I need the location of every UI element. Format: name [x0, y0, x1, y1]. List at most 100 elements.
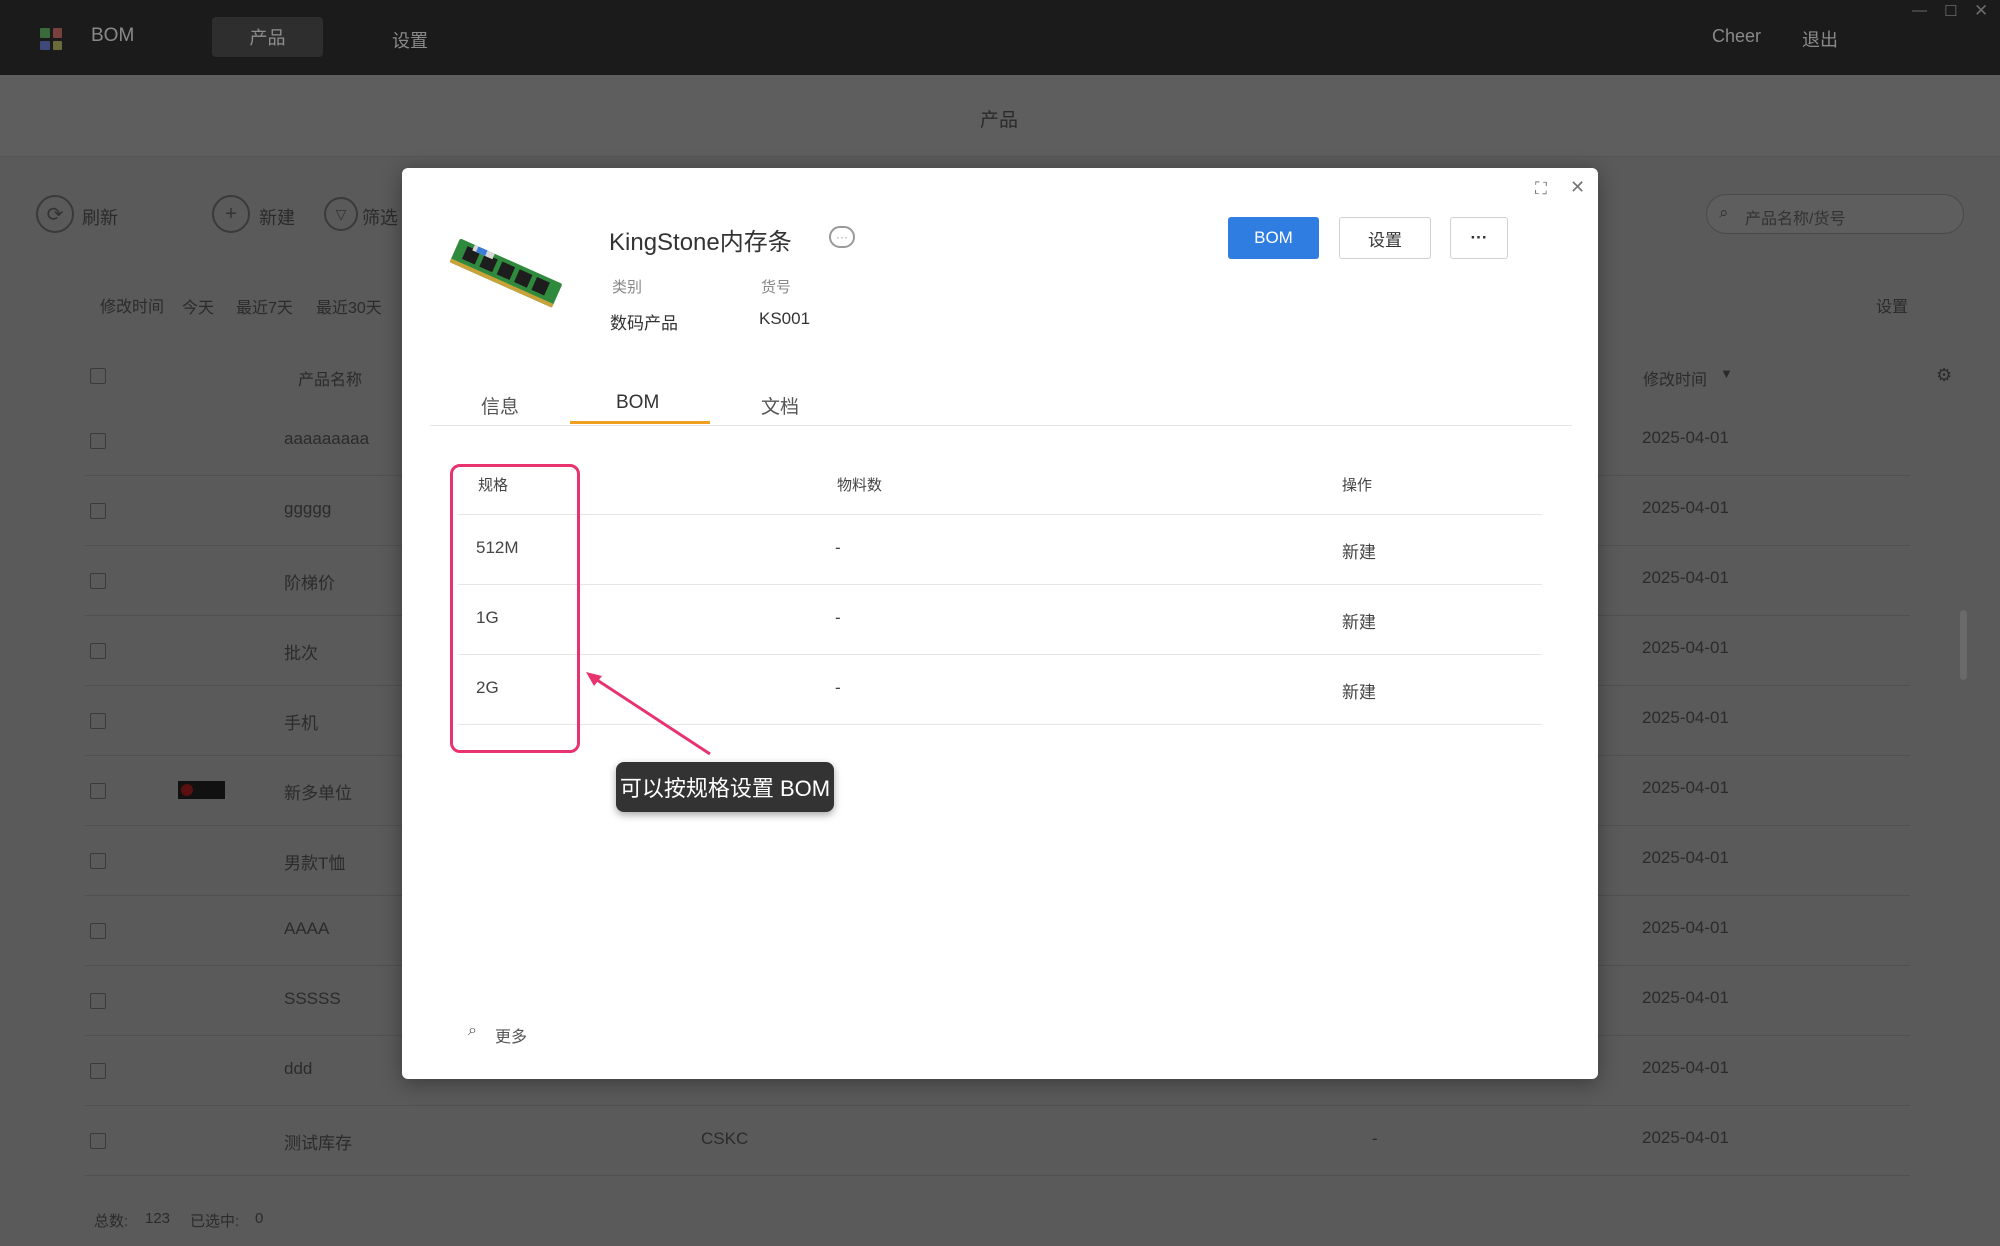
- product-sku-cell: CSKC: [701, 1129, 749, 1148]
- row-divider: [85, 1105, 1910, 1106]
- comment-icon[interactable]: ···: [829, 226, 855, 248]
- minimize-icon[interactable]: —: [1912, 2, 1927, 19]
- filter-icon[interactable]: ▽: [324, 197, 358, 231]
- product-thumbnail: [178, 781, 225, 799]
- date-filter-today[interactable]: 今天: [182, 294, 214, 318]
- modified-date-cell: 2025-04-01: [1642, 778, 1729, 797]
- modified-date-cell: 2025-04-01: [1642, 708, 1729, 727]
- refresh-icon[interactable]: ⟳: [36, 195, 74, 233]
- refresh-button[interactable]: 刷新: [82, 204, 118, 230]
- gear-icon[interactable]: ⚙: [1936, 365, 1952, 386]
- search-placeholder: 产品名称/货号: [1745, 211, 1846, 228]
- tab-divider: [430, 425, 1572, 426]
- row-checkbox[interactable]: [90, 993, 106, 1009]
- row-checkbox[interactable]: [90, 643, 106, 659]
- modified-date-cell: 2025-04-01: [1642, 848, 1729, 867]
- new-button[interactable]: 新建: [259, 204, 295, 230]
- bom-count-cell: -: [835, 678, 841, 697]
- date-filter-label: 修改时间: [100, 299, 165, 316]
- date-filter-30days[interactable]: 最近30天: [316, 294, 382, 318]
- row-checkbox[interactable]: [90, 503, 106, 519]
- row-divider: [85, 1175, 1910, 1176]
- modified-date-cell: 2025-04-01: [1642, 918, 1729, 937]
- modified-date-cell: 2025-04-01: [1642, 568, 1729, 587]
- tab-documents[interactable]: 文档: [761, 392, 799, 419]
- product-name-cell[interactable]: 阶梯价: [284, 569, 335, 594]
- row-checkbox[interactable]: [90, 853, 106, 869]
- bom-button[interactable]: BOM: [1228, 217, 1319, 259]
- product-image: [446, 238, 566, 308]
- select-all-checkbox[interactable]: [90, 368, 106, 384]
- selected-count: 0: [255, 1210, 264, 1227]
- row-checkbox[interactable]: [90, 433, 106, 449]
- bom-row-divider: [458, 654, 1542, 655]
- row-checkbox[interactable]: [90, 783, 106, 799]
- close-window-icon[interactable]: ✕: [1974, 1, 1988, 21]
- logout-link[interactable]: 退出: [1802, 26, 1838, 52]
- maximize-icon[interactable]: ☐: [1944, 2, 1957, 20]
- product-name-cell[interactable]: 男款T恤: [284, 849, 345, 874]
- nav-settings[interactable]: 设置: [392, 27, 428, 53]
- bom-count-cell: -: [835, 538, 841, 557]
- row-checkbox[interactable]: [90, 1063, 106, 1079]
- more-link[interactable]: 更多: [495, 1023, 527, 1047]
- active-tab-indicator: [570, 421, 710, 424]
- product-name-cell[interactable]: 手机: [284, 709, 318, 734]
- user-name[interactable]: Cheer: [1712, 26, 1761, 47]
- selected-label: 已选中:: [190, 1213, 240, 1230]
- column-header-modified[interactable]: 修改时间: [1643, 366, 1707, 390]
- bom-count-cell: -: [835, 608, 841, 627]
- category-label: 类别: [612, 279, 643, 296]
- product-name-cell[interactable]: ddd: [284, 1059, 312, 1079]
- tab-info[interactable]: 信息: [481, 392, 519, 419]
- product-detail-modal: ⛶ ✕ KingStone内存条 ··· 类别 数码产品 货号 KS001 BO…: [402, 168, 1598, 1079]
- total-label: 总数:: [94, 1213, 129, 1230]
- bom-new-button[interactable]: 新建: [1342, 538, 1376, 563]
- modified-date-cell: 2025-04-01: [1642, 1058, 1729, 1077]
- product-name-cell[interactable]: AAAA: [284, 919, 329, 939]
- bom-new-button[interactable]: 新建: [1342, 678, 1376, 703]
- bom-row-divider: [458, 584, 1542, 585]
- settings-button[interactable]: 设置: [1339, 217, 1431, 259]
- page-header: 产品: [0, 75, 2000, 157]
- app-name: BOM: [91, 25, 135, 46]
- product-name-cell[interactable]: aaaaaaaaa: [284, 429, 369, 449]
- list-settings-link[interactable]: 设置: [1876, 293, 1908, 317]
- filter-button[interactable]: 筛选: [362, 204, 398, 230]
- modified-date-cell: 2025-04-01: [1642, 1128, 1729, 1147]
- tab-bom[interactable]: BOM: [616, 392, 659, 414]
- modified-date-cell: 2025-04-01: [1642, 988, 1729, 1007]
- annotation-tooltip: 可以按规格设置 BOM: [616, 762, 834, 812]
- nav-products[interactable]: 产品: [212, 17, 323, 57]
- search-icon: ⌕: [1719, 203, 1729, 222]
- table-header-divider: [458, 514, 1542, 515]
- modified-date-cell: 2025-04-01: [1642, 428, 1729, 447]
- search-input[interactable]: ⌕ 产品名称/货号: [1706, 194, 1964, 234]
- spec-highlight-box: [450, 464, 580, 753]
- product-extra-cell: -: [1372, 1129, 1378, 1148]
- product-name: KingStone内存条: [609, 229, 792, 256]
- product-name-cell[interactable]: 新多单位: [284, 779, 352, 804]
- page-scrollbar[interactable]: [1960, 610, 1967, 680]
- product-name-cell[interactable]: 测试库存: [284, 1129, 352, 1154]
- more-options-button[interactable]: ···: [1450, 217, 1508, 259]
- date-filter-7days[interactable]: 最近7天: [236, 294, 293, 318]
- product-name-cell[interactable]: 批次: [284, 639, 318, 664]
- app-logo-icon: [40, 28, 62, 50]
- sort-desc-icon[interactable]: ▼: [1720, 366, 1733, 381]
- row-checkbox[interactable]: [90, 923, 106, 939]
- annotation-arrow: [586, 672, 711, 756]
- sku-label: 货号: [761, 279, 792, 296]
- row-checkbox[interactable]: [90, 1133, 106, 1149]
- add-icon[interactable]: +: [212, 195, 250, 233]
- row-checkbox[interactable]: [90, 573, 106, 589]
- row-checkbox[interactable]: [90, 713, 106, 729]
- product-name-cell[interactable]: SSSSS: [284, 989, 341, 1009]
- header-material-count: 物料数: [837, 477, 883, 494]
- bom-new-button[interactable]: 新建: [1342, 608, 1376, 633]
- fullscreen-icon[interactable]: ⛶: [1535, 179, 1547, 199]
- close-modal-icon[interactable]: ✕: [1570, 177, 1585, 198]
- column-header-name[interactable]: 产品名称: [298, 366, 362, 390]
- search-more-icon[interactable]: ⌕: [468, 1022, 477, 1040]
- product-name-cell[interactable]: ggggg: [284, 499, 331, 519]
